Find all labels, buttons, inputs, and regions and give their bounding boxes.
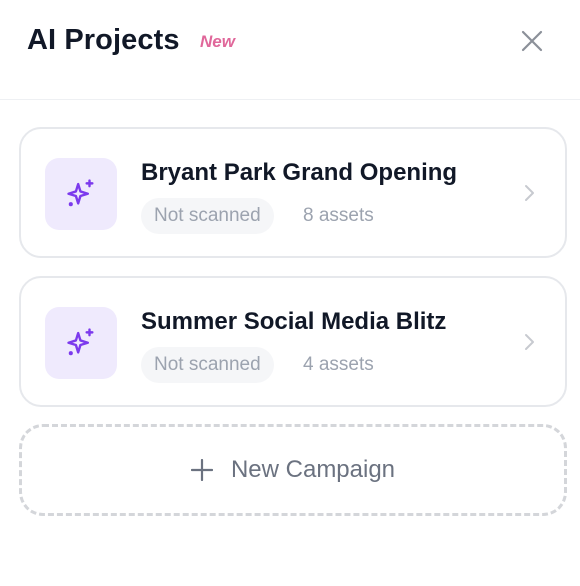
scan-status-badge: Not scanned — [141, 198, 274, 234]
project-title: Summer Social Media Blitz — [141, 308, 447, 335]
new-badge: New — [200, 32, 235, 51]
chevron-right-icon — [525, 185, 534, 201]
close-icon — [521, 30, 543, 52]
plus-icon — [190, 459, 213, 481]
assets-count: 8 assets — [303, 205, 374, 226]
close-button[interactable] — [516, 25, 548, 57]
sparkles-icon — [67, 328, 94, 356]
panel-header: AI Projects New — [0, 0, 580, 100]
project-icon-tile — [45, 158, 117, 230]
project-card-bryant-park[interactable]: Bryant Park Grand Opening Not scanned 8 … — [19, 127, 567, 258]
project-title: Bryant Park Grand Opening — [141, 159, 458, 186]
project-card-summer-social[interactable]: Summer Social Media Blitz Not scanned 4 … — [19, 276, 567, 407]
new-campaign-label: New Campaign — [230, 456, 396, 483]
assets-count: 4 assets — [303, 354, 374, 375]
scan-status-badge: Not scanned — [141, 347, 274, 383]
panel-title: AI Projects — [27, 24, 180, 56]
chevron-right-icon — [525, 334, 534, 350]
project-icon-tile — [45, 307, 117, 379]
sparkles-icon — [67, 179, 94, 207]
new-campaign-button[interactable]: New Campaign — [19, 424, 567, 516]
